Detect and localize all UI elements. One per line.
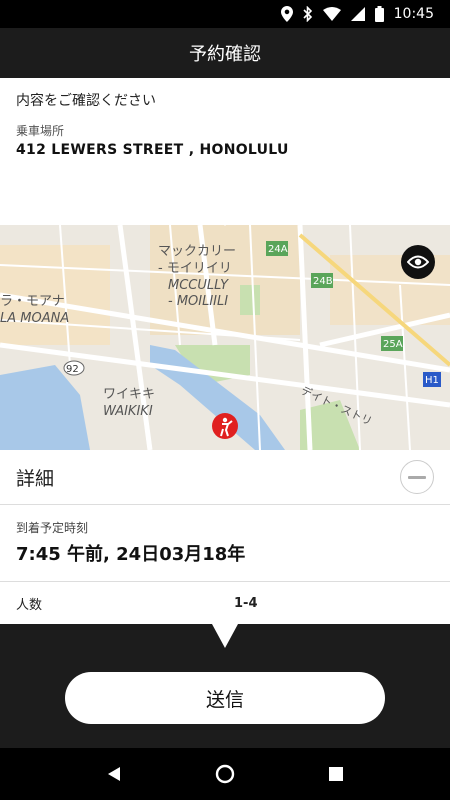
people-value: 1-4 (234, 595, 258, 611)
map-label-alamoana-en: LA MOANA (0, 311, 69, 326)
signal-icon (350, 7, 365, 21)
map-label-waikiki-jp: ワイキキ (103, 387, 155, 402)
map-label-mccully-en: MCCULLY (168, 278, 229, 293)
road-shield-h1: H1 (425, 375, 439, 386)
battery-icon (374, 6, 384, 22)
map-view-toggle-button[interactable] (401, 245, 435, 279)
arrival-row: 到着予定時刻 7:45 午前, 24日03月18年 (0, 505, 450, 582)
home-icon[interactable] (215, 764, 235, 784)
pickup-address: 412 LEWERS STREET , HONOLULU (16, 142, 289, 158)
location-icon (280, 6, 293, 22)
road-shield-24a: 24A (268, 244, 288, 255)
back-icon[interactable] (107, 766, 121, 782)
map-view[interactable]: マックカリー - モイリイリ MCCULLY - MOILIILI ラ・モアナ … (0, 225, 450, 450)
road-shield-25a: 25A (383, 339, 403, 350)
details-title: 詳細 (16, 467, 55, 490)
map-label-moiliili-en: - MOILIILI (168, 294, 228, 309)
send-button[interactable]: 送信 (65, 672, 385, 724)
minus-icon (408, 475, 426, 479)
map-label-moiliili-jp: - モイリイリ (158, 261, 232, 276)
collapse-button[interactable] (400, 460, 434, 494)
people-label: 人数 (16, 597, 43, 613)
status-time: 10:45 (393, 6, 434, 22)
eye-icon (407, 255, 429, 269)
app-bar: 予約確認 (0, 28, 450, 78)
people-row: 人数 1-4 (0, 582, 450, 624)
system-nav-bar (0, 748, 450, 800)
details-header[interactable]: 詳細 (0, 450, 450, 505)
confirm-prompt: 内容をご確認ください (16, 93, 156, 109)
pickup-card: 内容をご確認ください 乗車場所 412 LEWERS STREET , HONO… (0, 78, 450, 225)
bluetooth-icon (303, 6, 312, 22)
details-panel: 詳細 到着予定時刻 7:45 午前, 24日03月18年 人数 1-4 (0, 450, 450, 624)
road-shield-92: 92 (66, 364, 79, 375)
arrival-value: 7:45 午前, 24日03月18年 (16, 544, 246, 565)
wifi-icon (322, 7, 341, 21)
status-bar: 10:45 (0, 0, 450, 28)
map-graphic: マックカリー - モイリイリ MCCULLY - MOILIILI ラ・モアナ … (0, 225, 450, 450)
arrival-label: 到着予定時刻 (16, 521, 89, 535)
page-title: 予約確認 (189, 44, 261, 65)
map-label-waikiki-en: WAIKIKI (103, 404, 153, 419)
map-label-mccully-jp: マックカリー (158, 244, 236, 259)
map-pointer (212, 212, 238, 226)
pickup-pin-icon (212, 413, 238, 439)
map-label-alamoana-jp: ラ・モアナ (0, 294, 65, 309)
recents-icon[interactable] (329, 767, 343, 781)
road-shield-24b: 24B (313, 276, 333, 287)
pickup-label: 乗車場所 (16, 124, 65, 138)
details-pointer (212, 624, 238, 648)
